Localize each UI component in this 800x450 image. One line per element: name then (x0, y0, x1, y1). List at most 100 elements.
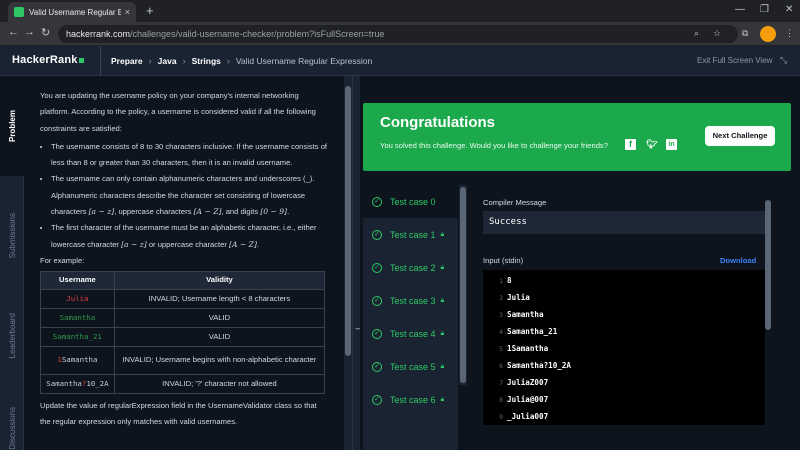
username-cell: Samantha?10_2A (40, 373, 115, 394)
constraint-characters: The username can only contain alphanumer… (51, 171, 328, 220)
browser-tab[interactable]: Valid Username Regular Expressi × (8, 2, 136, 22)
lock-icon: 🔒︎ (440, 329, 445, 337)
download-link[interactable]: Download (720, 256, 756, 265)
test-case-3[interactable]: ✓ Test case 3 🔒︎ (363, 284, 458, 317)
reload-icon[interactable]: ↻ (41, 26, 50, 39)
exit-fullscreen-icon[interactable]: ⤡ (780, 55, 787, 66)
back-icon[interactable]: ← (8, 26, 19, 38)
linkedin-icon[interactable]: in (666, 139, 677, 150)
twitter-icon[interactable]: 🐦︎ (646, 139, 657, 150)
browser-tab-title: Valid Username Regular Expressi (29, 7, 121, 17)
lock-icon: 🔒︎ (440, 296, 445, 304)
lock-icon: 🔒︎ (440, 263, 445, 271)
test-case-0[interactable]: ✓ Test case 0 (363, 185, 458, 218)
stdin-line: 7 JuliaZ007 (499, 378, 549, 387)
browser-tab-bar: Valid Username Regular Expressi × + — ❐ … (0, 0, 800, 22)
tab-problem[interactable]: Problem (0, 76, 24, 176)
breadcrumb-chevron-icon: › (182, 56, 186, 66)
zoom-icon[interactable]: ⌕ (694, 28, 699, 39)
breadcrumb-strings[interactable]: Strings (192, 56, 221, 66)
table-row: 1Samantha INVALID; Username begins with … (40, 345, 326, 375)
bookmark-star-icon[interactable]: ☆ (713, 28, 721, 39)
check-icon: ✓ (372, 394, 382, 405)
column-header-username: Username (40, 271, 115, 290)
username-cell: Samantha_21 (40, 326, 115, 347)
check-icon: ✓ (372, 295, 382, 306)
examples-table: Username Validity Julia INVALID; Usernam… (40, 271, 326, 394)
tab-close-icon[interactable]: × (125, 7, 130, 17)
next-challenge-button[interactable]: Next Challenge (705, 126, 775, 146)
stdin-line: 5 1Samantha (499, 344, 549, 353)
facebook-icon[interactable]: f (625, 139, 636, 150)
lock-icon: 🔒︎ (440, 395, 445, 403)
username-cell: Samantha (40, 307, 115, 328)
minimize-icon[interactable]: — (735, 4, 745, 15)
stdin-line: 18 (499, 276, 512, 285)
hackerrank-logo[interactable]: HackerRank (12, 54, 84, 66)
scrollbar-thumb[interactable] (345, 86, 351, 356)
check-icon: ✓ (372, 262, 382, 273)
test-output: Compiler Message Success Input (stdin) D… (483, 185, 765, 450)
validity-cell: INVALID; '?' character not allowed (113, 373, 326, 394)
test-case-4[interactable]: ✓ Test case 4 🔒︎ (363, 317, 458, 350)
check-icon: ✓ (372, 361, 382, 372)
check-icon: ✓ (372, 328, 382, 339)
table-header-row: Username Validity (40, 271, 326, 290)
validity-cell: INVALID; Username length < 8 characters (113, 288, 326, 309)
test-case-list: ✓ Test case 0 ✓ Test case 1 🔒︎ ✓ Test case 2… (363, 185, 458, 450)
constraint-first-char: The first character of the username must… (51, 220, 328, 253)
tab-submissions[interactable]: Submissions (0, 186, 24, 286)
new-tab-icon[interactable]: + (146, 3, 154, 18)
test-case-scrollbar[interactable] (459, 185, 467, 385)
stdin-label: Input (stdin) (483, 256, 524, 265)
extensions-icon[interactable]: ⧉ (742, 28, 748, 39)
banner-title: Congratulations (380, 114, 495, 131)
problem-intro: You are updating the username policy on … (40, 91, 316, 133)
stdin-line: 3 Samantha (499, 310, 544, 319)
stdin-line: 9 _Julia007 (499, 412, 549, 421)
breadcrumb-prepare[interactable]: Prepare (111, 56, 143, 66)
username-cell: 1Samantha (40, 345, 115, 375)
url-host: hackerrank.com (66, 29, 131, 39)
results-panel: Congratulations You solved this challeng… (360, 76, 800, 450)
hackerrank-header: HackerRank Prepare › Java › Strings › Va… (0, 46, 800, 76)
test-case-2[interactable]: ✓ Test case 2 🔒︎ (363, 251, 458, 284)
validity-cell: INVALID; Username begins with non-alphab… (113, 345, 326, 375)
tab-leaderboard[interactable]: Leaderboard (0, 286, 24, 386)
compiler-message-label: Compiler Message (483, 198, 547, 207)
window-close-icon[interactable]: ✕ (785, 4, 793, 15)
test-case-5[interactable]: ✓ Test case 5 🔒︎ (363, 350, 458, 383)
url-input[interactable]: hackerrank.com/challenges/valid-username… (58, 25, 738, 43)
check-icon: ✓ (372, 229, 382, 240)
table-row: Samantha?10_2A INVALID; '?' character no… (40, 373, 326, 394)
test-case-1[interactable]: ✓ Test case 1 🔒︎ (363, 218, 458, 251)
test-case-6[interactable]: ✓ Test case 6 🔒︎ (363, 383, 458, 416)
profile-avatar[interactable] (760, 26, 776, 42)
problem-scrollbar[interactable] (344, 76, 352, 450)
side-tab-bar: Problem Submissions Leaderboard Discussi… (0, 76, 24, 450)
compiler-message-value: Success (483, 211, 765, 234)
constraint-length: The username consists of 8 to 30 charact… (51, 139, 328, 172)
breadcrumb-java[interactable]: Java (158, 56, 177, 66)
maximize-icon[interactable]: ❐ (760, 4, 769, 15)
stdin-line: 4 Samantha_21 (499, 327, 558, 336)
banner-message: You solved this challenge. Would you lik… (380, 141, 608, 150)
column-header-validity: Validity (113, 271, 326, 290)
forward-icon[interactable]: → (24, 26, 35, 38)
breadcrumb-chevron-icon: › (148, 56, 152, 66)
url-path: /challenges/valid-username-checker/probl… (130, 29, 385, 39)
problem-statement: You are updating the username policy on … (24, 76, 344, 450)
breadcrumb: Prepare › Java › Strings › Valid Usernam… (100, 46, 372, 76)
panel-resize-handle[interactable]: ||| (352, 76, 360, 450)
tab-discussions[interactable]: Discussions (0, 406, 24, 450)
exit-fullscreen-link[interactable]: Exit Full Screen View (697, 56, 772, 65)
results-scrollbar[interactable] (765, 200, 771, 330)
stdin-box: 18 2 Julia 3 Samantha 4 Samantha_21 5 1Saman… (483, 270, 765, 425)
table-row: Julia INVALID; Username length < 8 chara… (40, 288, 326, 309)
browser-menu-icon[interactable]: ⋮ (785, 28, 794, 39)
lock-icon: 🔒︎ (440, 362, 445, 370)
scrollbar-thumb[interactable] (460, 187, 466, 383)
validity-cell: VALID (113, 307, 326, 328)
hackerrank-favicon-icon (14, 7, 24, 17)
check-icon: ✓ (372, 196, 382, 207)
